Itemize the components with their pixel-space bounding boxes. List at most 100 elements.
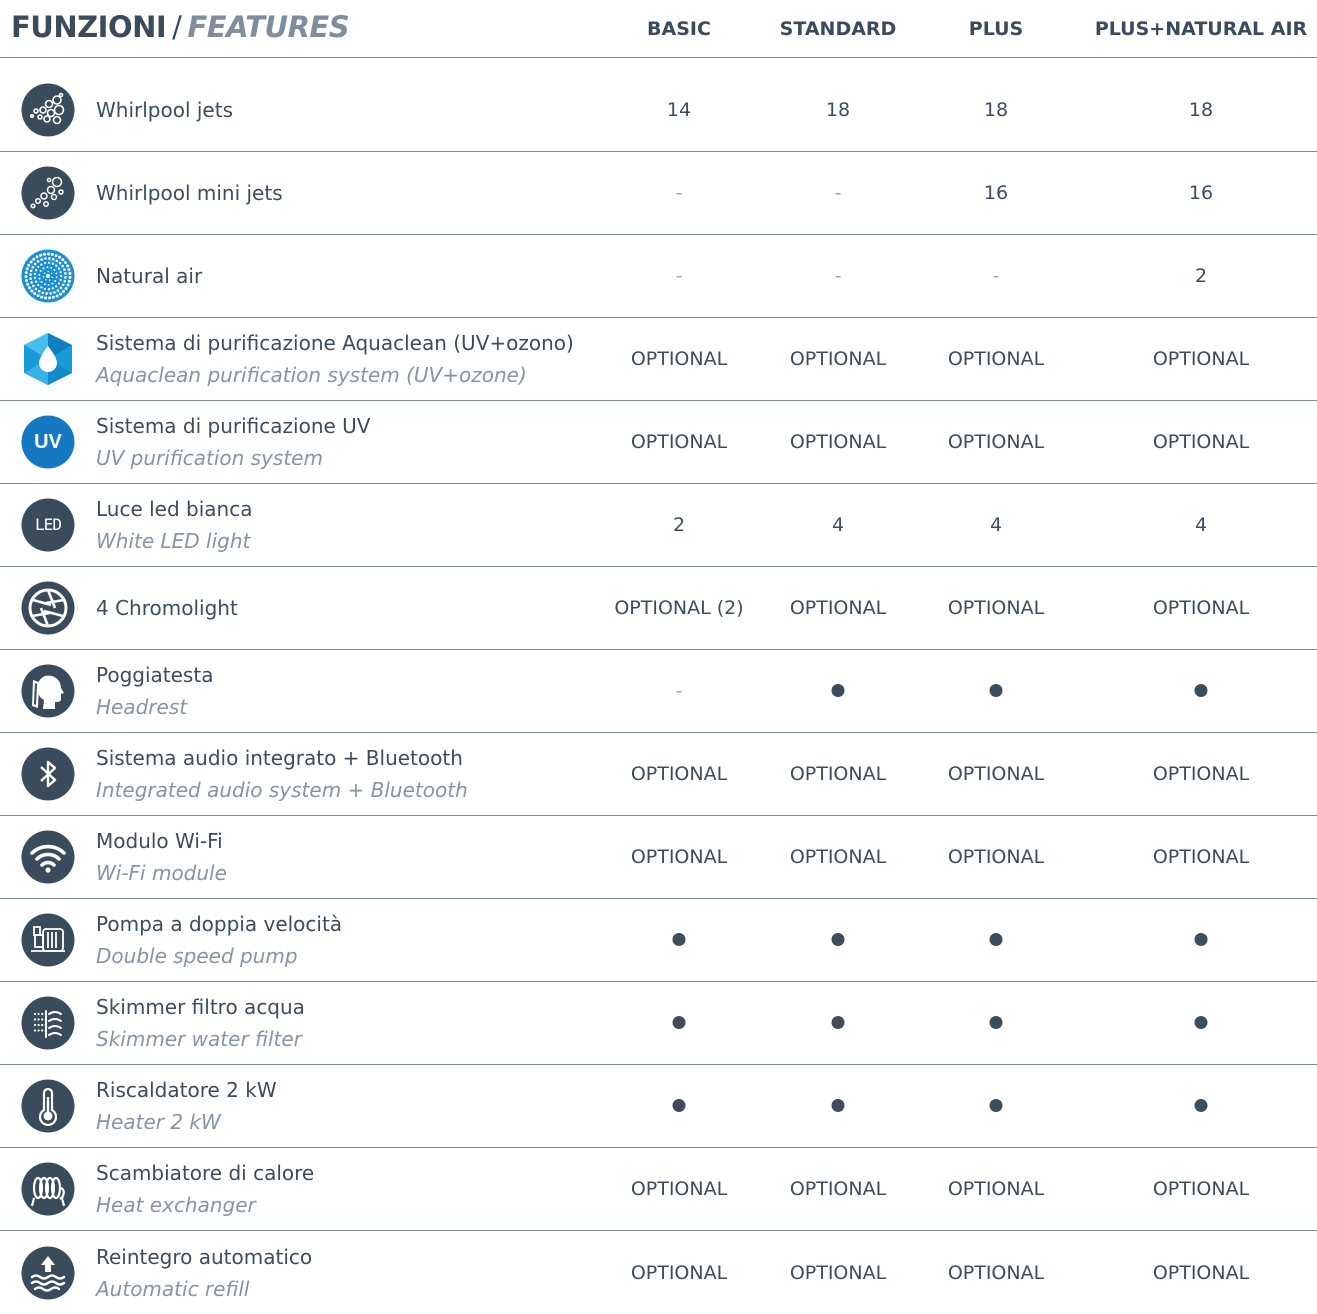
feature-name-english: Double speed pump [96, 944, 298, 968]
feature-name-english: Wi-Fi module [96, 861, 227, 885]
cell-plus-natural-air [1194, 1012, 1208, 1034]
table-row: 4 Chromolight OPTIONAL (2) OPTIONAL OPTIONA… [0, 567, 1317, 650]
column-header-plus: PLUS [968, 18, 1024, 40]
included-dot [1194, 933, 1208, 946]
cell-plus-natural-air: 16 [1188, 182, 1214, 204]
thermometer-icon [21, 1079, 75, 1133]
table-header: FUNZIONI / FEATURES BASIC STANDARD PLUS PL… [0, 0, 1317, 58]
table-row: LED Luce led bianca White LED light 2 4 4 4 [0, 484, 1317, 567]
included-dot [1194, 1099, 1208, 1112]
feature-name-italian: Sistema di purificazione UV [96, 414, 371, 438]
cell-basic: OPTIONAL [630, 1178, 728, 1200]
cell-plus-natural-air: OPTIONAL [1152, 597, 1250, 619]
page-title: FUNZIONI / FEATURES [11, 10, 350, 44]
feature-name-italian: Skimmer filtro acqua [96, 995, 305, 1019]
table-row: Whirlpool jets 14 18 18 18 [0, 69, 1317, 152]
cell-standard: OPTIONAL [789, 1178, 887, 1200]
headrest-icon [21, 664, 75, 718]
cell-plus [989, 1095, 1003, 1117]
cell-standard: OPTIONAL [789, 431, 887, 453]
table-row: Reintegro automatico Automatic refill OPTI… [0, 1231, 1317, 1314]
title-italian: FUNZIONI [11, 10, 167, 44]
cell-plus [989, 680, 1003, 702]
column-header-plus-natural-air: PLUS+NATURAL AIR [1094, 18, 1308, 40]
table-row: Scambiatore di calore Heat exchanger OPTIO… [0, 1148, 1317, 1231]
cell-standard: OPTIONAL [789, 348, 887, 370]
cell-plus-natural-air [1194, 680, 1208, 702]
cell-plus [989, 1012, 1003, 1034]
included-dot [672, 1099, 686, 1112]
uv-icon-text: UV [34, 431, 62, 453]
feature-name-italian: Riscaldatore 2 kW [96, 1078, 277, 1102]
feature-name-italian: Whirlpool mini jets [96, 181, 283, 205]
feature-label: Riscaldatore 2 kW Heater 2 kW [96, 1074, 277, 1138]
feature-name-italian: 4 Chromolight [96, 596, 238, 620]
aquaclean-drop-icon [21, 332, 75, 386]
feature-label: Sistema di purificazione Aquaclean (UV+o… [96, 327, 574, 391]
skimmer-filter-icon [21, 996, 75, 1050]
feature-name-english: Aquaclean purification system (UV+ozone) [96, 363, 527, 387]
cell-plus-natural-air [1194, 1095, 1208, 1117]
feature-label: Sistema di purificazione UV UV purificati… [96, 410, 370, 474]
feature-name-english: Skimmer water filter [96, 1027, 302, 1051]
feature-label: Modulo Wi-Fi Wi-Fi module [96, 825, 227, 889]
feature-name-italian: Sistema di purificazione Aquaclean (UV+o… [96, 331, 574, 355]
cell-plus: OPTIONAL [947, 1178, 1045, 1200]
cell-basic: OPTIONAL [630, 846, 728, 868]
cell-plus: OPTIONAL [947, 431, 1045, 453]
uv-icon: UV [21, 415, 75, 469]
cell-basic: 14 [666, 99, 692, 121]
included-dot [672, 1016, 686, 1029]
cell-basic: OPTIONAL [630, 431, 728, 453]
cell-standard: OPTIONAL [789, 1261, 887, 1284]
included-dot [831, 684, 845, 697]
heat-exchanger-coil-icon [21, 1162, 75, 1216]
cell-plus-natural-air: 4 [1194, 514, 1208, 536]
cell-standard [831, 929, 845, 951]
feature-label: Poggiatesta Headrest [96, 659, 213, 723]
cell-plus: OPTIONAL [947, 597, 1045, 619]
cell-plus [989, 929, 1003, 951]
included-dot [831, 933, 845, 946]
included-dot [989, 1016, 1003, 1029]
feature-name-italian: Pompa a doppia velocità [96, 912, 343, 936]
cell-standard: - [834, 265, 842, 287]
pump-icon [21, 913, 75, 967]
included-dot [989, 1099, 1003, 1112]
feature-label: Pompa a doppia velocità Double speed pump [96, 908, 342, 972]
refill-water-icon [21, 1246, 75, 1300]
cell-basic: OPTIONAL (2) [614, 597, 744, 619]
included-dot [1194, 684, 1208, 697]
cell-standard [831, 1095, 845, 1117]
feature-name-english: Heat exchanger [96, 1193, 256, 1217]
cell-standard: - [834, 182, 842, 204]
title-english: FEATURES [187, 10, 350, 44]
cell-plus-natural-air: OPTIONAL [1152, 1178, 1250, 1200]
cell-plus-natural-air: OPTIONAL [1152, 348, 1250, 370]
cell-plus-natural-air [1194, 929, 1208, 951]
table-row: Riscaldatore 2 kW Heater 2 kW [0, 1065, 1317, 1148]
cell-plus-natural-air: OPTIONAL [1152, 431, 1250, 453]
feature-name-english: Integrated audio system + Bluetooth [96, 778, 468, 802]
cell-standard: OPTIONAL [789, 597, 887, 619]
cell-standard: OPTIONAL [789, 846, 887, 868]
cell-basic: - [675, 680, 683, 702]
feature-name-english: Heater 2 kW [96, 1110, 221, 1134]
feature-label: Whirlpool mini jets [96, 177, 283, 209]
feature-label: Scambiatore di calore Heat exchanger [96, 1157, 314, 1221]
cell-basic [672, 929, 686, 951]
feature-name-italian: Sistema audio integrato + Bluetooth [96, 746, 463, 770]
included-dot [989, 933, 1003, 946]
table-row: Sistema audio integrato + Bluetooth Integ… [0, 733, 1317, 816]
included-dot [831, 1016, 845, 1029]
feature-name-english: White LED light [96, 529, 251, 553]
cell-standard [831, 680, 845, 702]
cell-standard: 4 [831, 514, 845, 536]
cell-standard: 18 [825, 99, 851, 121]
table-row: Whirlpool mini jets - - 16 16 [0, 152, 1317, 235]
cell-standard: OPTIONAL [789, 763, 887, 785]
feature-name-italian: Whirlpool jets [96, 98, 233, 122]
feature-name-italian: Luce led bianca [96, 497, 253, 521]
cell-plus: 18 [983, 99, 1009, 121]
cell-plus: OPTIONAL [947, 1261, 1045, 1284]
